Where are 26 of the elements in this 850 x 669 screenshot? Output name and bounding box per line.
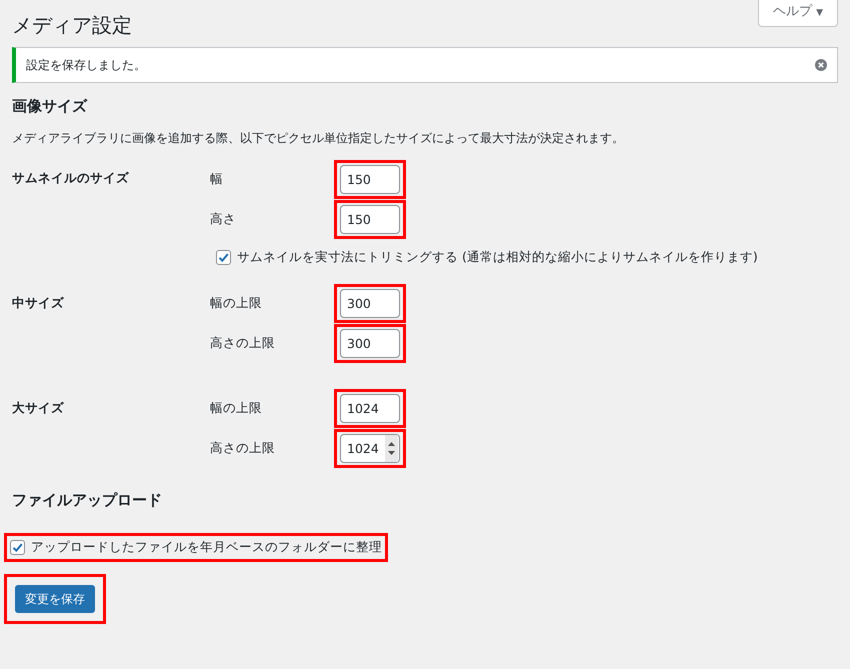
number-field[interactable]: 300 — [340, 289, 400, 318]
save-button[interactable]: 変更を保存 — [15, 584, 95, 612]
section-heading: 画像サイズ — [12, 97, 88, 115]
checkbox[interactable] — [10, 540, 25, 555]
notice-text: 設定を保存しました。 — [26, 57, 146, 74]
spinner-icon[interactable] — [385, 435, 398, 462]
section-description: メディアライブラリに画像を追加する際、以下でピクセル単位指定したサイズによって最大寸法が決定されます。 — [12, 130, 625, 147]
field-label: 高さの上限 — [210, 439, 276, 458]
field-label: 高さ — [210, 210, 237, 228]
group-label: 中サイズ — [12, 294, 65, 312]
field-label: 幅 — [210, 170, 224, 188]
group-label: サムネイルのサイズ — [12, 169, 130, 187]
group-label: 大サイズ — [12, 398, 65, 417]
number-field[interactable]: 150 — [340, 204, 400, 234]
field-label: 幅の上限 — [210, 294, 263, 312]
page-title: メディア設定 — [12, 12, 132, 39]
field-label: 幅の上限 — [210, 399, 263, 418]
number-field[interactable]: 300 — [340, 329, 400, 358]
caret-icon: ▼ — [816, 8, 823, 18]
field-label: 高さの上限 — [210, 334, 276, 352]
section-heading: ファイルアップロード — [12, 490, 163, 509]
checkbox[interactable] — [216, 250, 231, 265]
dismiss-icon[interactable] — [815, 59, 827, 71]
number-field[interactable]: 1024 — [340, 394, 400, 424]
help-button[interactable]: ヘルプ ▼ — [758, 0, 838, 26]
number-field[interactable]: 150 — [340, 164, 400, 194]
